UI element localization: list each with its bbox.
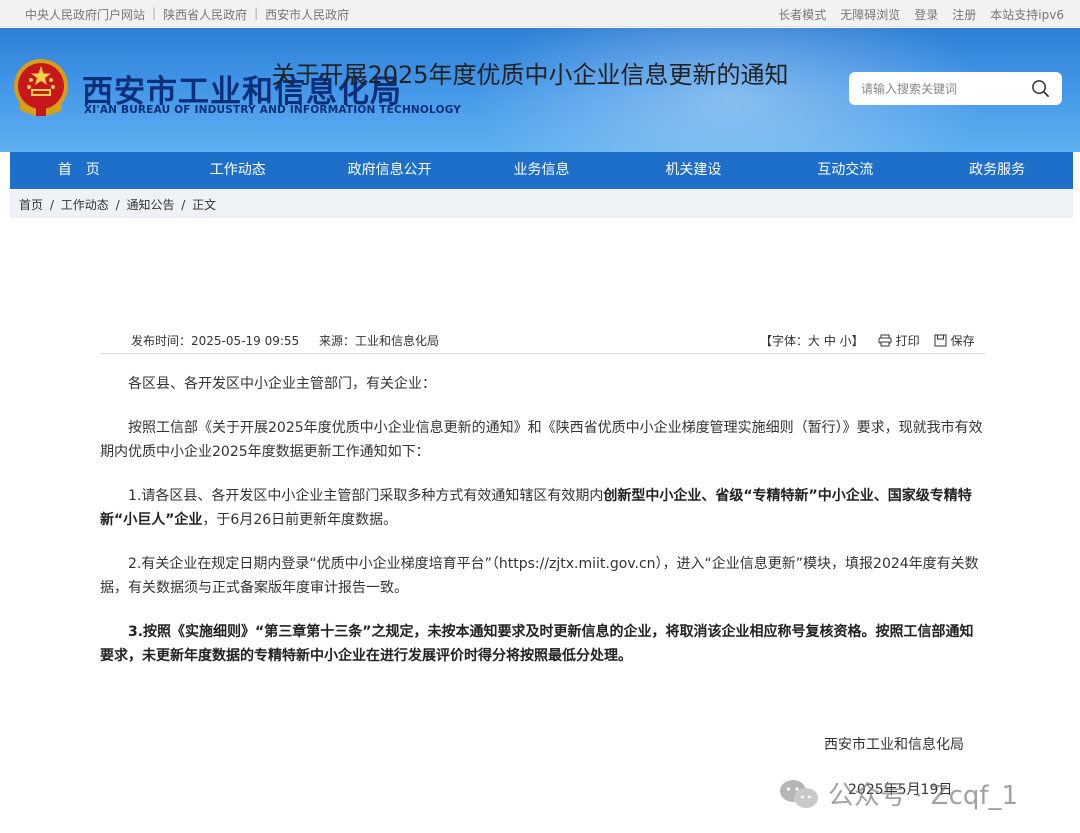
top-links: 中央人民政府门户网站 | 陕西省人民政府 | 西安市人民政府 bbox=[25, 6, 349, 23]
article-item-3: 3.按照《实施细则》“第三章第十三条”之规定，未按本通知要求及时更新信息的企业，… bbox=[100, 624, 974, 664]
breadcrumb: 首页 / 工作动态 / 通知公告 / 正文 bbox=[10, 190, 1073, 218]
breadcrumb-work-news[interactable]: 工作动态 bbox=[61, 198, 109, 212]
link-central-gov[interactable]: 中央人民政府门户网站 bbox=[25, 6, 145, 23]
breadcrumb-separator: / bbox=[49, 198, 54, 212]
divider bbox=[100, 353, 986, 354]
nav-gov-info[interactable]: 政府信息公开 bbox=[314, 152, 466, 189]
main-nav: 首页 工作动态 政府信息公开 业务信息 机关建设 互动交流 政务服务 bbox=[10, 152, 1073, 189]
breadcrumb-notices[interactable]: 通知公告 bbox=[126, 198, 174, 212]
breadcrumb-home[interactable]: 首页 bbox=[19, 198, 43, 212]
separator: | bbox=[152, 6, 157, 20]
nav-org-building[interactable]: 机关建设 bbox=[617, 152, 769, 189]
watermark-text: 公众号 · Zcqf_1 bbox=[828, 781, 1019, 811]
top-utility-bar: 中央人民政府门户网站 | 陕西省人民政府 | 西安市人民政府 长者模式 无障碍浏… bbox=[0, 0, 1080, 27]
separator: | bbox=[254, 6, 259, 20]
nav-business-info[interactable]: 业务信息 bbox=[466, 152, 618, 189]
published-label: 发布时间： bbox=[131, 334, 192, 348]
article-intro: 按照工信部《关于开展2025年度优质中小企业信息更新的通知》和《陕西省优质中小企… bbox=[100, 420, 983, 460]
save-button[interactable]: 保存 bbox=[934, 332, 975, 349]
source-label: 来源： bbox=[318, 334, 355, 348]
article-item-1: 1.请各区县、各开发区中小企业主管部门采取多种方式有效通知辖区有效期内创新型中小… bbox=[100, 484, 986, 532]
save-label: 保存 bbox=[950, 334, 975, 348]
print-button[interactable]: 打印 bbox=[878, 332, 920, 349]
article-title: 关于开展2025年度优质中小企业信息更新的通知 bbox=[271, 61, 789, 89]
source-value: 工业和信息化局 bbox=[355, 334, 440, 348]
login-link[interactable]: 登录 bbox=[914, 6, 938, 23]
nav-home[interactable]: 首页 bbox=[10, 152, 162, 189]
nav-interaction[interactable]: 互动交流 bbox=[769, 152, 921, 189]
site-subtitle: XI'AN BUREAU OF INDUSTRY AND INFORMATION… bbox=[84, 104, 462, 116]
article-tools: 【字体：大 中 小】 打印 保存 bbox=[760, 332, 975, 349]
print-icon bbox=[878, 334, 892, 347]
link-xian-gov[interactable]: 西安市人民政府 bbox=[265, 6, 349, 23]
article-meta: 发布时间：2025-05-19 09:55 来源：工业和信息化局 bbox=[131, 332, 439, 349]
breadcrumb-current: 正文 bbox=[192, 198, 217, 212]
accessibility-link[interactable]: 无障碍浏览 bbox=[840, 6, 900, 23]
wechat-icon bbox=[780, 779, 818, 808]
elder-mode-link[interactable]: 长者模式 bbox=[778, 6, 826, 23]
signature-org: 西安市工业和信息化局 bbox=[824, 737, 964, 753]
top-right-links: 长者模式 无障碍浏览 登录 注册 本站支持ipv6 bbox=[778, 6, 1064, 23]
register-link[interactable]: 注册 bbox=[952, 6, 976, 23]
published-time: 2025-05-19 09:55 bbox=[191, 334, 300, 348]
link-shaanxi-gov[interactable]: 陕西省人民政府 bbox=[163, 6, 247, 23]
wechat-watermark: 公众号 · Zcqf_1 bbox=[778, 775, 1018, 812]
ipv6-label: 本站支持ipv6 bbox=[990, 8, 1064, 22]
breadcrumb-separator: / bbox=[181, 198, 186, 212]
item1-text-c: ，于6月26日前更新年度数据。 bbox=[202, 512, 398, 528]
site-header: 西安市工业和信息化局 XI'AN BUREAU OF INDUSTRY AND … bbox=[0, 28, 1080, 152]
article-greeting: 各区县、各开发区中小企业主管部门，有关企业： bbox=[128, 376, 436, 392]
save-icon bbox=[934, 334, 947, 347]
article-item-2: 2.有关企业在规定日期内登录“优质中小企业梯度培育平台”（https://zjt… bbox=[100, 556, 979, 596]
font-size-control[interactable]: 【字体：大 中 小】 bbox=[760, 332, 864, 349]
print-label: 打印 bbox=[895, 334, 920, 348]
nav-work-news[interactable]: 工作动态 bbox=[162, 152, 314, 189]
item1-text-a: 1.请各区县、各开发区中小企业主管部门采取多种方式有效通知辖区有效期内 bbox=[128, 488, 604, 504]
breadcrumb-separator: / bbox=[115, 198, 120, 212]
nav-gov-service[interactable]: 政务服务 bbox=[921, 152, 1073, 189]
